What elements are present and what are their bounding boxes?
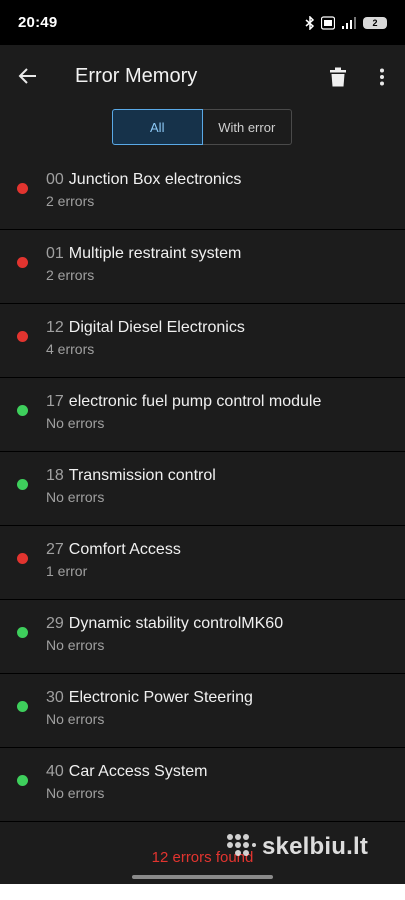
app-bar: Error Memory xyxy=(0,45,405,107)
error-status-dot xyxy=(17,331,28,342)
module-name: Junction Box electronics xyxy=(68,171,242,188)
delete-button[interactable] xyxy=(323,62,353,92)
module-row[interactable]: 40 Car Access System No errors xyxy=(0,748,405,822)
module-name: Car Access System xyxy=(68,763,208,780)
error-status-dot xyxy=(17,183,28,194)
battery-icon: 2 xyxy=(363,16,387,29)
phone-screen: 20:49 2 Error Memory All With error 00 J… xyxy=(0,0,405,884)
module-row[interactable]: 18 Transmission control No errors xyxy=(0,452,405,526)
module-title: 17 electronic fuel pump control module xyxy=(46,393,321,411)
status-bar: 20:49 2 xyxy=(0,0,405,45)
ok-status-dot xyxy=(17,405,28,416)
module-error-count: No errors xyxy=(46,785,105,801)
module-row[interactable]: 01 Multiple restraint system 2 errors xyxy=(0,230,405,304)
module-error-count: No errors xyxy=(46,637,105,653)
back-button[interactable] xyxy=(0,45,56,107)
module-code: 12 xyxy=(46,319,64,336)
arrow-back-icon xyxy=(18,68,36,84)
module-name: Comfort Access xyxy=(68,541,181,558)
module-row[interactable]: 27 Comfort Access 1 error xyxy=(0,526,405,600)
module-row[interactable]: 17 electronic fuel pump control module No … xyxy=(0,378,405,452)
filter-with-error-button[interactable]: With error xyxy=(202,109,292,145)
module-row[interactable]: 30 Electronic Power Steering No errors xyxy=(0,674,405,748)
trash-icon xyxy=(330,67,346,87)
module-error-count: No errors xyxy=(46,489,105,505)
page-title: Error Memory xyxy=(75,64,198,87)
error-status-dot xyxy=(17,257,28,268)
watermark: skelbiu.lt xyxy=(224,833,368,861)
module-code: 01 xyxy=(46,245,64,262)
ok-status-dot xyxy=(17,627,28,638)
module-row[interactable]: 00 Junction Box electronics 2 errors xyxy=(0,156,405,230)
module-error-count: 2 errors xyxy=(46,193,95,209)
module-code: 17 xyxy=(46,393,64,410)
module-title: 40 Car Access System xyxy=(46,763,208,781)
module-title: 01 Multiple restraint system xyxy=(46,245,241,263)
app-screen: Error Memory All With error 00 Junction … xyxy=(0,45,405,884)
module-code: 29 xyxy=(46,615,64,632)
status-time: 20:49 xyxy=(18,14,58,31)
ok-status-dot xyxy=(17,775,28,786)
module-error-count: 2 errors xyxy=(46,267,95,283)
error-status-dot xyxy=(17,553,28,564)
module-row[interactable]: 12 Digital Diesel Electronics 4 errors xyxy=(0,304,405,378)
module-code: 27 xyxy=(46,541,64,558)
watermark-dots-icon xyxy=(227,834,256,856)
module-error-count: 1 error xyxy=(46,563,88,579)
module-error-count: 4 errors xyxy=(46,341,95,357)
module-name: Dynamic stability controlMK60 xyxy=(68,615,284,632)
bluetooth-icon xyxy=(305,15,315,30)
module-title: 18 Transmission control xyxy=(46,467,216,485)
watermark-text: skelbiu.lt xyxy=(262,833,369,860)
battery-level: 2 xyxy=(372,17,378,28)
ok-status-dot xyxy=(17,701,28,712)
module-name: Electronic Power Steering xyxy=(68,689,253,706)
module-error-count: No errors xyxy=(46,415,105,431)
ok-status-dot xyxy=(17,479,28,490)
module-title: 12 Digital Diesel Electronics xyxy=(46,319,245,337)
more-options-button[interactable] xyxy=(368,62,396,92)
module-title: 30 Electronic Power Steering xyxy=(46,689,253,707)
module-code: 40 xyxy=(46,763,64,780)
module-name: Digital Diesel Electronics xyxy=(68,319,245,336)
module-code: 00 xyxy=(46,171,64,188)
module-code: 18 xyxy=(46,467,64,484)
module-row[interactable]: 29 Dynamic stability controlMK60 No errors xyxy=(0,600,405,674)
module-error-count: No errors xyxy=(46,711,105,727)
module-list: 00 Junction Box electronics 2 errors 01 Mult… xyxy=(0,156,405,862)
module-name: Multiple restraint system xyxy=(68,245,242,262)
filter-all-button[interactable]: All xyxy=(112,109,203,145)
module-title: 00 Junction Box electronics xyxy=(46,171,241,189)
more-vert-icon xyxy=(380,68,384,86)
module-name: Transmission control xyxy=(68,467,216,484)
module-code: 30 xyxy=(46,689,64,706)
status-icons: 2 xyxy=(305,15,387,30)
gesture-bar xyxy=(132,875,273,879)
module-title: 29 Dynamic stability controlMK60 xyxy=(46,615,283,633)
module-title: 27 Comfort Access xyxy=(46,541,181,559)
signal-icon xyxy=(342,16,356,29)
volte-icon xyxy=(321,15,335,30)
error-filter: All With error xyxy=(112,109,292,145)
module-name: electronic fuel pump control module xyxy=(68,393,322,410)
